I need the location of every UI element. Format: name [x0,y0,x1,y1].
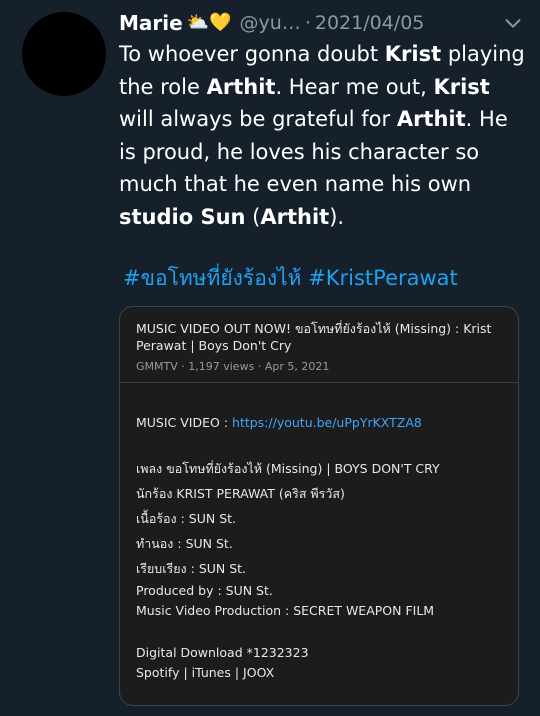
hashtag-links[interactable]: #ขอโทษที่ยังร้องไห้ #KristPerawat [123,258,458,298]
description-line: Music Video Production : SECRET WEAPON F… [136,603,435,618]
text-run: . Hear me out, [275,74,434,99]
description-line: เรียบเรียง : SUN St. [136,561,247,576]
text-run: To whoever gonna doubt [119,42,385,66]
download-line: Spotify | iTunes | JOOX [136,665,275,680]
youtube-link[interactable]: https://youtu.be/uPpYrKXTZA8 [232,415,422,430]
video-meta: GMMTV · 1,197 views · Apr 5, 2021 [136,360,502,373]
meta-separator: · [181,360,185,373]
mv-label: MUSIC VIDEO : [136,415,233,430]
publish-date: Apr 5, 2021 [264,360,330,373]
text-run: will always be grateful for [119,107,397,132]
youtube-card[interactable]: MUSIC VIDEO OUT NOW! ขอโทษที่ยังร้องไห้ … [119,306,519,706]
user-handle[interactable]: @yu… [240,12,301,34]
description-line: ทำนอง : SUN St. [136,536,233,551]
view-count: 1,197 views [188,360,255,373]
chevron-down-icon[interactable] [502,12,524,34]
avatar[interactable] [22,12,106,96]
description-line: นักร้อง KRIST PERAWAT (คริส พีรวัส) [136,486,345,501]
description-line: เนื้อร้อง : SUN St. [136,511,237,526]
video-header: MUSIC VIDEO OUT NOW! ขอโทษที่ยังร้องไห้ … [120,307,518,383]
tweet-date[interactable]: 2021/04/05 [315,12,425,34]
mv-line: MUSIC VIDEO : https://youtu.be/uPpYrKXTZ… [136,415,422,430]
meta-separator: · [257,360,262,373]
bold-text: studio Sun [119,204,246,229]
description-line: Produced by : SUN St. [136,583,273,598]
bold-text: Arthit [396,107,466,132]
tweet-header: Marie ⛅💛 @yu… · 2021/04/05 [119,8,534,38]
download-line: Digital Download *1232323 [136,645,309,660]
tweet-text: To whoever gonna doubt Krist playing the… [119,38,529,234]
channel-name[interactable]: GMMTV [136,360,178,373]
text-run: ( [245,204,261,229]
video-title[interactable]: MUSIC VIDEO OUT NOW! ขอโทษที่ยังร้องไห้ … [136,320,502,354]
bold-text: Krist [384,42,442,66]
bold-text: Krist [433,74,490,99]
bold-text: Arthit [260,204,330,229]
description-line: เพลง ขอโทษที่ยังร้องไห้ (Missing) | BOYS… [136,461,440,476]
header-separator: · [304,12,311,34]
display-name[interactable]: Marie [119,11,183,35]
name-emojis: ⛅💛 [186,12,232,33]
text-run: ). [329,204,345,229]
bold-text: Arthit [206,74,276,99]
